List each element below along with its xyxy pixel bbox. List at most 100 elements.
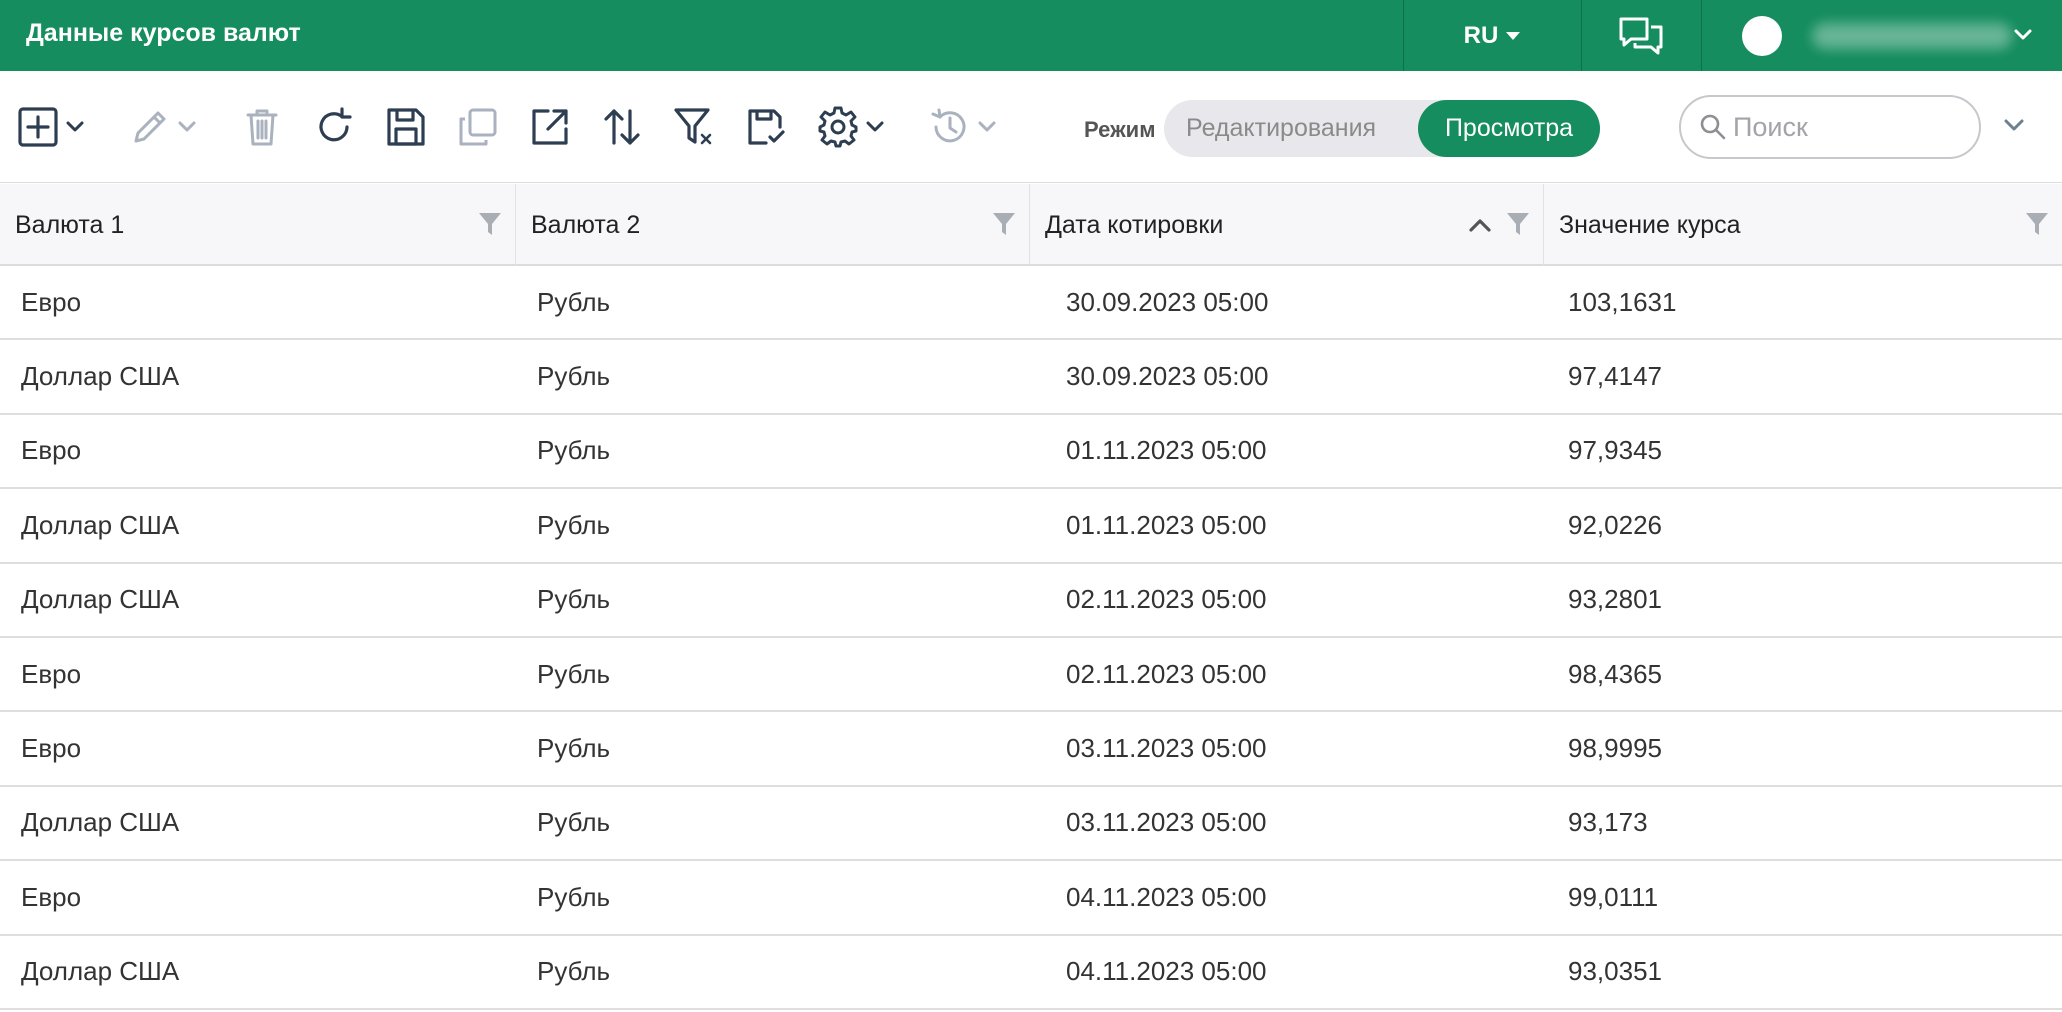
table-cell: Доллар США — [21, 361, 180, 392]
app-title: Данные курсов валют — [26, 19, 301, 47]
language-selector[interactable]: RU — [1404, 0, 1580, 71]
table-cell: 01.11.2023 05:00 — [1066, 435, 1267, 466]
table-row[interactable]: Доллар США Рубль 03.11.2023 05:00 93,173 — [0, 787, 2062, 862]
search-box — [1679, 95, 1981, 159]
avatar — [1742, 15, 1782, 56]
column-title: Валюта 1 — [15, 210, 125, 239]
table-row[interactable]: Доллар США Рубль 02.11.2023 05:00 93,2801 — [0, 564, 2062, 638]
table-cell: Доллар США — [21, 807, 180, 838]
export-button[interactable] — [528, 103, 572, 151]
add-icon — [18, 107, 58, 147]
table-body: Евро Рубль 30.09.2023 05:00 103,1631 Доллар … — [0, 266, 2062, 1010]
column-header-rate-value[interactable]: Значение курса — [1544, 184, 2062, 266]
history-button[interactable] — [928, 103, 1000, 151]
language-label: RU — [1463, 21, 1499, 49]
mode-label: Режим — [1084, 117, 1156, 142]
chevron-down-icon — [2014, 29, 2032, 40]
table-cell: Доллар США — [21, 956, 180, 987]
chevron-down-icon — [866, 121, 884, 132]
refresh-icon — [319, 107, 352, 142]
settings-button[interactable] — [816, 103, 888, 151]
table-row[interactable]: Евро Рубль 03.11.2023 05:00 98,9995 — [0, 712, 2062, 787]
table-cell: Евро — [21, 733, 82, 764]
table-row[interactable]: Евро Рубль 02.11.2023 05:00 98,4365 — [0, 638, 2062, 713]
table-cell: 98,9995 — [1568, 733, 1662, 764]
chevron-down-icon[interactable] — [2000, 111, 2028, 139]
table-row[interactable]: Евро Рубль 04.11.2023 05:00 99,0111 — [0, 861, 2062, 936]
history-icon — [931, 108, 966, 143]
column-title: Значение курса — [1559, 210, 1741, 239]
table-cell: Евро — [21, 286, 82, 317]
table-cell: 01.11.2023 05:00 — [1066, 509, 1267, 540]
table-cell: 93,0351 — [1568, 956, 1662, 987]
sort-ascending-icon[interactable] — [1467, 214, 1493, 236]
table-cell: 03.11.2023 05:00 — [1066, 807, 1267, 838]
chevron-down-icon — [978, 121, 996, 132]
copy-button[interactable] — [456, 103, 500, 151]
table-cell: Рубль — [537, 286, 611, 317]
export-icon — [532, 109, 568, 145]
table-cell: Евро — [21, 435, 82, 466]
table-cell: Рубль — [537, 658, 611, 689]
clear-filter-icon — [674, 108, 712, 145]
save-filter-button[interactable] — [744, 103, 788, 151]
table-cell: 30.09.2023 05:00 — [1066, 361, 1269, 392]
save-button[interactable] — [384, 103, 428, 151]
rates-table: Валюта 1 Валюта 2 Дата котировки Значени… — [0, 184, 2062, 1010]
mode-view-option[interactable]: Просмотра — [1418, 100, 1600, 157]
table-row[interactable]: Евро Рубль 01.11.2023 05:00 97,9345 — [0, 415, 2062, 490]
table-cell: Евро — [21, 881, 82, 912]
user-name-blurred — [1812, 22, 2012, 49]
mode-toggle: Редактирования Просмотра — [1164, 100, 1600, 157]
filter-icon[interactable] — [2024, 210, 2050, 238]
search-icon — [1700, 114, 1726, 140]
table-row[interactable]: Доллар США Рубль 04.11.2023 05:00 93,0351 — [0, 936, 2062, 1010]
column-title: Дата котировки — [1045, 210, 1224, 239]
caret-down-icon — [1506, 31, 1521, 40]
table-row[interactable]: Доллар США Рубль 01.11.2023 05:00 92,0226 — [0, 489, 2062, 564]
table-cell: Рубль — [537, 956, 611, 987]
table-cell: 03.11.2023 05:00 — [1066, 733, 1267, 764]
chat-bubbles-icon — [1619, 17, 1663, 54]
filter-icon[interactable] — [991, 210, 1017, 238]
delete-icon — [246, 109, 278, 146]
search-input[interactable] — [1733, 111, 1953, 143]
filter-icon[interactable] — [477, 210, 503, 238]
table-row[interactable]: Доллар США Рубль 30.09.2023 05:00 97,4147 — [0, 340, 2062, 415]
chat-button[interactable] — [1582, 0, 1700, 71]
table-cell: 97,4147 — [1568, 361, 1662, 392]
mode-edit-option[interactable]: Редактирования — [1164, 100, 1418, 157]
delete-button[interactable] — [240, 103, 284, 151]
table-cell: Рубль — [537, 881, 611, 912]
table-cell: 98,4365 — [1568, 658, 1662, 689]
chevron-down-icon — [178, 121, 196, 132]
edit-button[interactable] — [128, 103, 200, 151]
table-cell: 93,173 — [1568, 807, 1648, 838]
user-menu[interactable] — [1702, 0, 2062, 71]
table-row[interactable]: Евро Рубль 30.09.2023 05:00 103,1631 — [0, 266, 2062, 341]
column-header-currency-2[interactable]: Валюта 2 — [516, 184, 1030, 266]
table-cell: Рубль — [537, 584, 611, 615]
column-header-quote-date[interactable]: Дата котировки — [1030, 184, 1544, 266]
add-button[interactable] — [16, 103, 88, 151]
clear-filter-button[interactable] — [672, 103, 716, 151]
filter-icon[interactable] — [1505, 210, 1531, 238]
table-cell: Рубль — [537, 733, 611, 764]
sort-button[interactable] — [600, 103, 644, 151]
edit-icon — [134, 111, 166, 143]
table-cell: Рубль — [537, 435, 611, 466]
table-cell: Рубль — [537, 509, 611, 540]
table-cell: Доллар США — [21, 509, 180, 540]
column-title: Валюта 2 — [531, 210, 641, 239]
top-bar: Данные курсов валют RU — [0, 0, 2062, 71]
table-cell: 02.11.2023 05:00 — [1066, 584, 1267, 615]
table-cell: 97,9345 — [1568, 435, 1662, 466]
gear-icon — [818, 106, 858, 148]
table-cell: 103,1631 — [1568, 286, 1677, 317]
refresh-button[interactable] — [312, 103, 356, 151]
column-header-currency-1[interactable]: Валюта 1 — [0, 184, 516, 266]
save-filter-icon — [748, 109, 785, 145]
table-cell: Рубль — [537, 361, 611, 392]
table-cell: 02.11.2023 05:00 — [1066, 658, 1267, 689]
table-cell: Евро — [21, 658, 82, 689]
